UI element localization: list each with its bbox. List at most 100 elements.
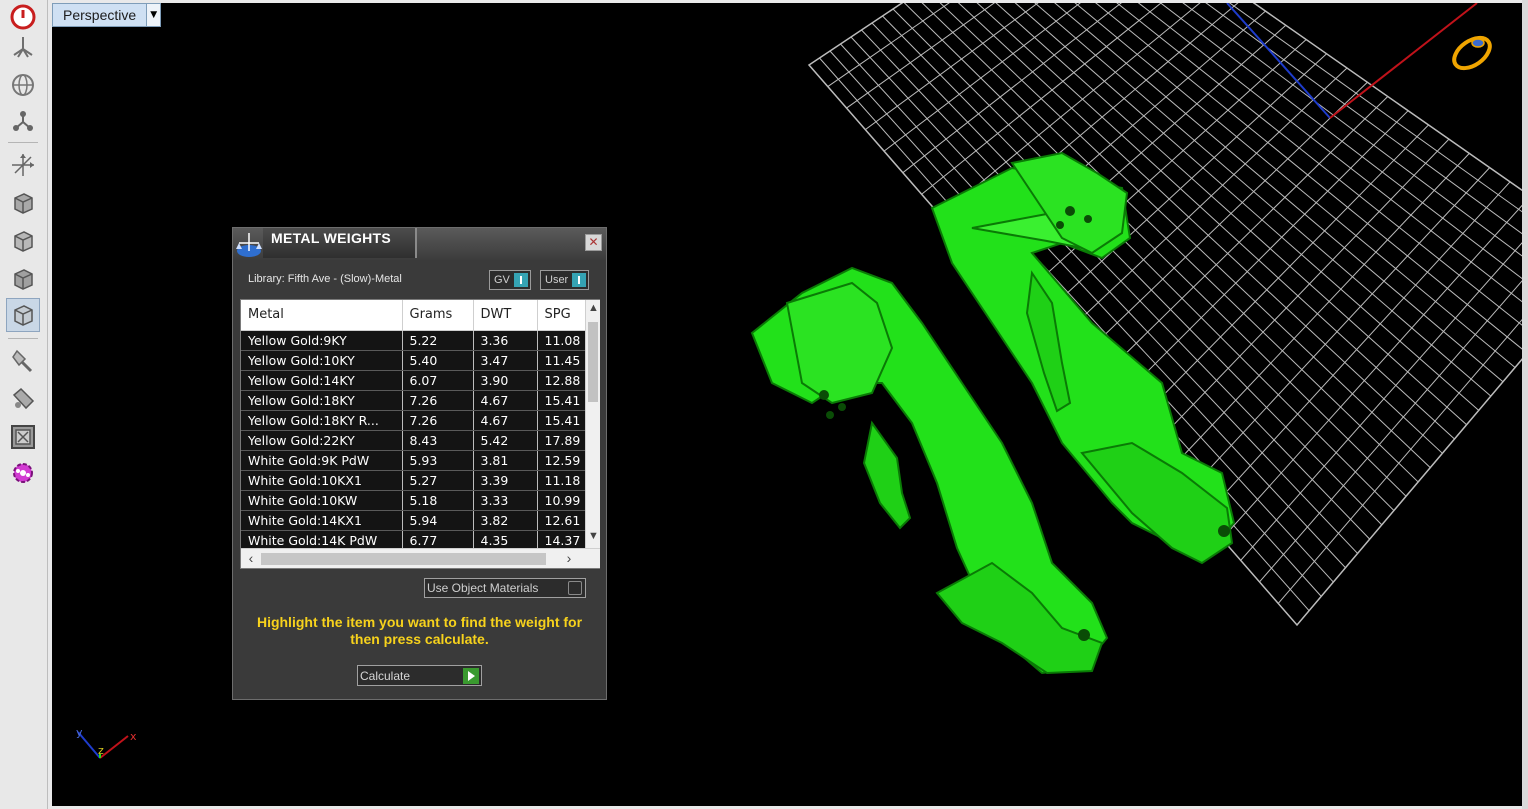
column-header[interactable]: DWT — [473, 300, 538, 331]
table-cell: Yellow Gold:9KY — [241, 330, 403, 351]
globe-icon[interactable] — [6, 68, 40, 102]
box-view-active-icon[interactable] — [6, 298, 40, 332]
gv-toggle[interactable]: GV — [489, 270, 531, 290]
use-object-materials-checkbox[interactable]: Use Object Materials — [424, 578, 586, 598]
table-cell: White Gold:9K PdW — [241, 450, 403, 471]
scale-icon — [236, 233, 262, 257]
table-cell: 5.42 — [473, 430, 538, 451]
table-cell: 4.67 — [473, 410, 538, 431]
table-cell: 5.40 — [402, 350, 474, 371]
table-cell: 5.93 — [402, 450, 474, 471]
toggle-switch-icon — [513, 273, 528, 287]
checkbox-icon[interactable] — [568, 581, 582, 595]
table-cell: Yellow Gold:10KY — [241, 350, 403, 371]
user-toggle[interactable]: User — [540, 270, 590, 290]
table-row[interactable]: Yellow Gold:10KY 5.40 3.47 11.45 — [241, 350, 586, 371]
table-cell: 3.39 — [473, 470, 538, 491]
table-row[interactable]: Yellow Gold:22KY 8.43 5.42 17.89 — [241, 430, 586, 451]
column-header[interactable]: Grams — [402, 300, 474, 331]
user-toggle-label: User — [545, 274, 569, 286]
scroll-thumb[interactable] — [588, 322, 598, 402]
table-cell: 5.27 — [402, 470, 474, 491]
table-cell: 8.43 — [402, 430, 474, 451]
column-header[interactable]: SPG — [537, 300, 586, 331]
play-icon — [463, 667, 479, 684]
table-cell: 15.41 — [537, 410, 586, 431]
panel-titlebar[interactable]: METAL WEIGHTS ✕ — [233, 228, 606, 260]
table-cell: Yellow Gold:18KY — [241, 390, 403, 411]
panel-title: METAL WEIGHTS — [271, 230, 392, 246]
table-cell: 3.90 — [473, 370, 538, 391]
table-cell: 6.77 — [402, 530, 474, 551]
toggle-switch-icon — [572, 273, 587, 287]
table-cell: 12.88 — [537, 370, 586, 391]
table-cell: 3.36 — [473, 330, 538, 351]
table-cell: 4.35 — [473, 530, 538, 551]
metal-table-body: Yellow Gold:9KY 5.22 3.36 11.08 Yellow Gold:… — [241, 330, 586, 551]
table-row[interactable]: Yellow Gold:14KY 6.07 3.90 12.88 — [241, 370, 586, 391]
table-cell: 7.26 — [402, 390, 474, 411]
axis-label-x: x — [130, 730, 137, 743]
table-cell: White Gold:10KX1 — [241, 470, 403, 491]
axes-move-icon[interactable] — [6, 148, 40, 182]
scroll-down-icon[interactable]: ▼ — [586, 530, 601, 546]
table-cell: White Gold:10KW — [241, 490, 403, 511]
table-cell: Yellow Gold:18KY R... — [241, 410, 403, 431]
table-cell: White Gold:14K PdW — [241, 530, 403, 551]
tripod-icon[interactable] — [6, 30, 40, 64]
table-cell: 17.89 — [537, 430, 586, 451]
paint-icon[interactable] — [6, 344, 40, 378]
tools-icon[interactable] — [6, 382, 40, 416]
viewport-name-dropdown[interactable]: Perspective ▼ — [52, 3, 162, 27]
axis-indicator: y z x — [76, 726, 137, 759]
calculate-button[interactable]: Calculate — [357, 665, 482, 686]
table-cell: 3.82 — [473, 510, 538, 531]
table-cell: 5.22 — [402, 330, 474, 351]
box-view-icon[interactable] — [6, 186, 40, 220]
table-row[interactable]: White Gold:14KX1 5.94 3.82 12.61 — [241, 510, 586, 531]
vertical-scrollbar[interactable]: ▲ ▼ — [585, 300, 600, 548]
toolbar-divider — [8, 338, 38, 339]
table-cell: 12.61 — [537, 510, 586, 531]
table-cell: 14.37 — [537, 530, 586, 551]
horizontal-scrollbar[interactable]: ‹ › — [241, 548, 600, 568]
table-row[interactable]: White Gold:10KX1 5.27 3.39 11.18 — [241, 470, 586, 491]
metal-table: Metal Grams DWT SPG Yellow Gold:9KY 5.22 3… — [241, 300, 586, 551]
table-cell: 11.08 — [537, 330, 586, 351]
table-row[interactable]: White Gold:10KW 5.18 3.33 10.99 — [241, 490, 586, 511]
scroll-left-icon[interactable]: ‹ — [243, 550, 259, 566]
table-cell: 15.41 — [537, 390, 586, 411]
box-view-icon[interactable] — [6, 224, 40, 258]
table-header-row: Metal Grams DWT SPG — [241, 300, 586, 331]
app-window: y z x Perspective ▼ METAL WEIGHTS ✕ Libr… — [0, 0, 1528, 809]
table-cell: 12.59 — [537, 450, 586, 471]
close-icon[interactable]: ✕ — [585, 234, 602, 251]
chevron-down-icon[interactable]: ▼ — [146, 4, 161, 26]
table-cell: 3.47 — [473, 350, 538, 371]
power-icon[interactable] — [6, 0, 40, 34]
table-row[interactable]: Yellow Gold:18KY R... 7.26 4.67 15.41 — [241, 410, 586, 431]
gv-toggle-label: GV — [494, 274, 510, 286]
table-row[interactable]: White Gold:9K PdW 5.93 3.81 12.59 — [241, 450, 586, 471]
scroll-thumb[interactable] — [261, 553, 546, 565]
table-row[interactable]: Yellow Gold:18KY 7.26 4.67 15.41 — [241, 390, 586, 411]
gear-icon[interactable] — [6, 456, 40, 490]
table-cell: 10.99 — [537, 490, 586, 511]
table-row[interactable]: Yellow Gold:9KY 5.22 3.36 11.08 — [241, 330, 586, 351]
panel-icon[interactable] — [6, 420, 40, 454]
box-view-icon[interactable] — [6, 262, 40, 296]
use-object-materials-label: Use Object Materials — [427, 581, 539, 595]
instruction-message: Highlight the item you want to find the … — [256, 614, 583, 647]
left-toolbar — [0, 0, 48, 809]
scroll-right-icon[interactable]: › — [561, 550, 577, 566]
calculate-label: Calculate — [360, 668, 411, 683]
table-row[interactable]: White Gold:14K PdW 6.77 4.35 14.37 — [241, 530, 586, 551]
viewport-name: Perspective — [63, 7, 137, 23]
node-icon[interactable] — [6, 104, 40, 138]
axis-label-z: z — [98, 744, 104, 757]
window-frame-right — [1522, 0, 1528, 809]
scroll-up-icon[interactable]: ▲ — [586, 302, 601, 318]
column-header[interactable]: Metal — [241, 300, 403, 331]
metal-weights-panel: METAL WEIGHTS ✕ Library: Fifth Ave - (Sl… — [232, 227, 607, 700]
table-cell: 4.67 — [473, 390, 538, 411]
